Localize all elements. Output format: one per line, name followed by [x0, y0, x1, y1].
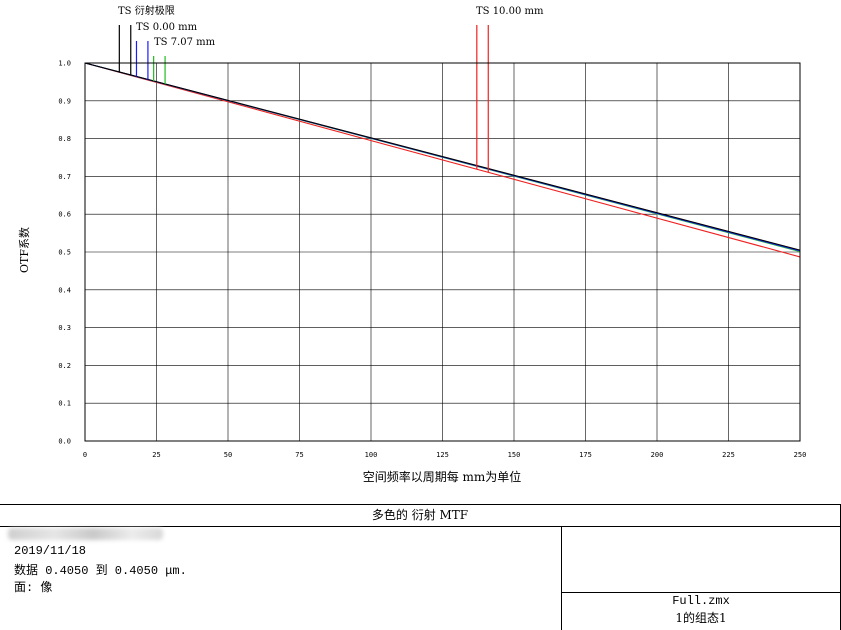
- y-tick-label: 0.3: [58, 324, 71, 332]
- x-tick-label: 75: [295, 451, 303, 459]
- wavelength-text: 数据 0.4050 到 0.4050 μm.: [14, 564, 187, 578]
- x-tick-label: 200: [651, 451, 664, 459]
- surface-text: 面: 像: [14, 581, 53, 595]
- y-tick-label: 0.0: [58, 438, 71, 446]
- x-tick-label: 25: [152, 451, 160, 459]
- y-tick-label: 0.8: [58, 135, 71, 143]
- info-panel-right-top: [562, 526, 840, 593]
- mtf-chart: TS 衍射极限 TS 0.00 mm TS 7.07 mm TS 10.00 mm 0…: [18, 4, 806, 484]
- tick-layer: 0 25 50 75 100 125 150 175 200 225 250 0.0 0.1 0.2 0.3…: [58, 60, 806, 460]
- y-tick-label: 0.5: [58, 249, 71, 257]
- x-tick-label: 100: [365, 451, 378, 459]
- y-tick-label: 0.6: [58, 211, 71, 219]
- y-tick-label: 0.4: [58, 286, 71, 294]
- x-tick-label: 250: [794, 451, 807, 459]
- y-tick-label: 0.7: [58, 173, 71, 181]
- y-axis-label: OTF系数: [18, 227, 31, 273]
- grid-layer: [84, 62, 801, 442]
- configuration-text: 1的组态1: [675, 611, 727, 625]
- chart-title: 多色的 衍射 MTF: [371, 508, 469, 522]
- x-tick-label: 0: [83, 451, 87, 459]
- x-tick-label: 175: [579, 451, 592, 459]
- y-tick-label: 1.0: [58, 60, 71, 68]
- legend-label: TS 10.00 mm: [476, 6, 544, 17]
- x-tick-label: 125: [436, 451, 449, 459]
- file-info-panel: Full.zmx 1的组态1: [562, 593, 840, 630]
- date-text: 2019/11/18: [14, 544, 87, 558]
- chart-title-bar: 多色的 衍射 MTF: [0, 504, 840, 527]
- legend-label: TS 0.00 mm: [136, 22, 198, 33]
- info-panel: 2019/11/18 数据 0.4050 到 0.4050 μm. 面: 像: [0, 526, 562, 630]
- x-tick-label: 50: [224, 451, 232, 459]
- file-name: Full.zmx: [672, 594, 730, 608]
- x-axis-label: 空间频率以周期每 mm为单位: [363, 469, 522, 484]
- y-tick-label: 0.1: [58, 400, 71, 408]
- legend-label: TS 衍射极限: [118, 4, 175, 17]
- x-tick-label: 225: [722, 451, 735, 459]
- legend-label: TS 7.07 mm: [154, 37, 216, 48]
- y-tick-label: 0.2: [58, 362, 71, 370]
- x-tick-label: 150: [508, 451, 521, 459]
- blurred-text: [8, 528, 163, 540]
- y-tick-label: 0.9: [58, 97, 71, 105]
